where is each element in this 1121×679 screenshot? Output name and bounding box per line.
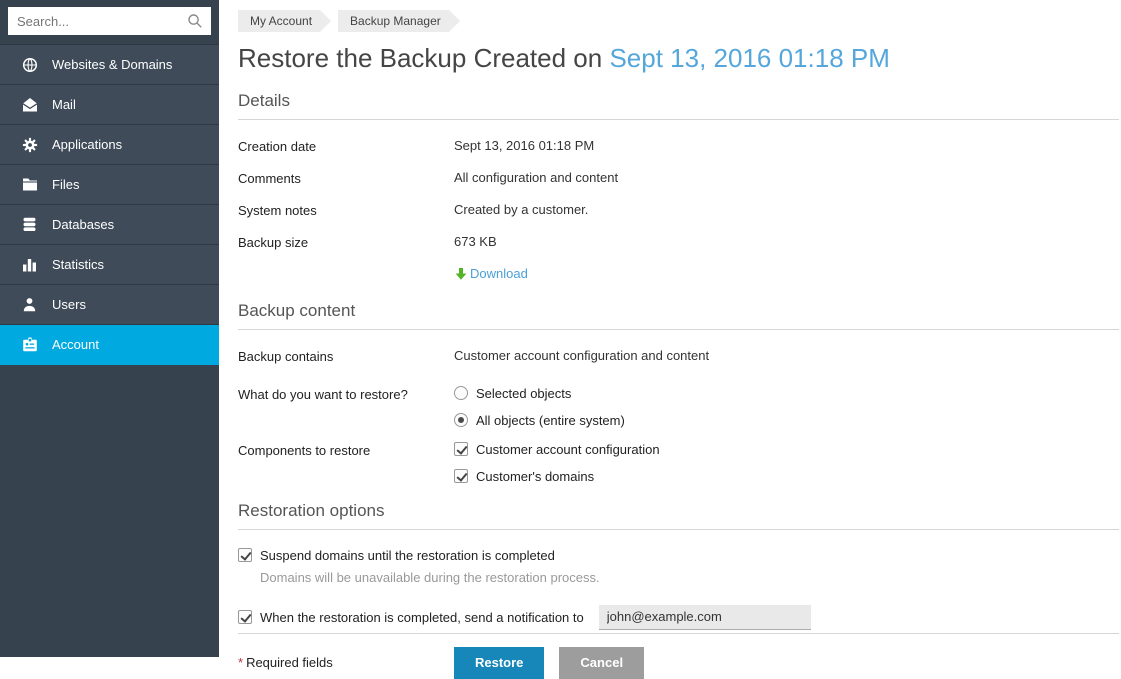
creation-date-value: Sept 13, 2016 01:18 PM bbox=[454, 138, 594, 154]
page-title-prefix: Restore the Backup Created on bbox=[238, 43, 609, 73]
sidebar-item-statistics[interactable]: Statistics bbox=[0, 245, 219, 285]
sidebar-item-label: Mail bbox=[52, 97, 76, 112]
suspend-domains-block: Suspend domains until the restoration is… bbox=[238, 548, 1119, 585]
main-content: My Account Backup Manager Restore the Ba… bbox=[219, 0, 1121, 657]
breadcrumb-my-account[interactable]: My Account bbox=[238, 10, 320, 32]
sidebar-item-label: Files bbox=[52, 177, 79, 192]
form-footer: *Required fields Restore Cancel bbox=[238, 633, 1119, 679]
user-icon bbox=[21, 297, 38, 313]
customers-domains-checkbox[interactable] bbox=[454, 469, 468, 483]
sidebar-item-account[interactable]: Account bbox=[0, 325, 219, 365]
sidebar-item-label: Databases bbox=[52, 217, 114, 232]
components-label: Components to restore bbox=[238, 442, 454, 484]
bar-chart-icon bbox=[21, 257, 38, 273]
all-objects-radio[interactable] bbox=[454, 413, 468, 427]
restoration-options-section: Restoration options Suspend domains unti… bbox=[238, 501, 1119, 630]
breadcrumb: My Account Backup Manager bbox=[238, 10, 1119, 32]
restore-scope-row: What do you want to restore? Selected ob… bbox=[238, 386, 1119, 428]
sidebar-item-files[interactable]: Files bbox=[0, 165, 219, 205]
folder-icon bbox=[21, 177, 38, 193]
page-title: Restore the Backup Created on Sept 13, 2… bbox=[238, 42, 1119, 74]
mail-envelope-icon bbox=[21, 97, 38, 113]
search-icon[interactable] bbox=[187, 13, 203, 29]
sidebar-item-websites-domains[interactable]: Websites & Domains bbox=[0, 45, 219, 85]
comments-value: All configuration and content bbox=[454, 170, 618, 186]
all-objects-label[interactable]: All objects (entire system) bbox=[476, 413, 625, 428]
breadcrumb-backup-manager[interactable]: Backup Manager bbox=[338, 10, 449, 32]
globe-icon bbox=[21, 57, 38, 73]
backup-content-section: Backup content Backup contains Customer … bbox=[238, 301, 1119, 484]
selected-objects-label[interactable]: Selected objects bbox=[476, 386, 571, 401]
notification-option: When the restoration is completed, send … bbox=[238, 605, 1119, 630]
database-icon bbox=[21, 217, 38, 233]
customer-account-configuration-checkbox[interactable] bbox=[454, 442, 468, 456]
search-input[interactable] bbox=[8, 7, 211, 35]
sidebar-menu: Websites & Domains Mail bbox=[0, 44, 219, 365]
download-arrow-icon bbox=[454, 267, 468, 281]
checkbox-option-customers-domains: Customer's domains bbox=[454, 469, 660, 484]
comments-row: Comments All configuration and content bbox=[238, 170, 1119, 186]
download-link[interactable]: Download bbox=[454, 266, 528, 281]
backup-content-heading: Backup content bbox=[238, 301, 1119, 330]
backup-contains-row: Backup contains Customer account configu… bbox=[238, 348, 1119, 364]
download-row: Download bbox=[238, 266, 1119, 284]
sidebar-search bbox=[0, 0, 219, 44]
backup-size-label: Backup size bbox=[238, 234, 454, 250]
customer-account-configuration-label[interactable]: Customer account configuration bbox=[476, 442, 660, 457]
restore-scope-label: What do you want to restore? bbox=[238, 386, 454, 428]
details-heading: Details bbox=[238, 91, 1119, 120]
details-section: Details Creation date Sept 13, 2016 01:1… bbox=[238, 91, 1119, 284]
suspend-domains-hint: Domains will be unavailable during the r… bbox=[260, 570, 1119, 585]
notification-email-input[interactable] bbox=[599, 605, 811, 630]
notification-label[interactable]: When the restoration is completed, send … bbox=[260, 610, 584, 625]
system-notes-label: System notes bbox=[238, 202, 454, 218]
sidebar-item-applications[interactable]: Applications bbox=[0, 125, 219, 165]
sidebar-item-label: Users bbox=[52, 297, 86, 312]
required-fields-note: *Required fields bbox=[238, 647, 454, 670]
sidebar-item-label: Statistics bbox=[52, 257, 104, 272]
id-badge-icon bbox=[21, 337, 38, 353]
radio-option-selected-objects: Selected objects bbox=[454, 386, 625, 401]
sidebar-item-label: Account bbox=[52, 337, 99, 352]
comments-label: Comments bbox=[238, 170, 454, 186]
checkbox-option-account-configuration: Customer account configuration bbox=[454, 442, 660, 457]
creation-date-row: Creation date Sept 13, 2016 01:18 PM bbox=[238, 138, 1119, 154]
restoration-options-heading: Restoration options bbox=[238, 501, 1119, 530]
sidebar-item-label: Websites & Domains bbox=[52, 57, 172, 72]
cancel-button[interactable]: Cancel bbox=[559, 647, 644, 679]
backup-size-row: Backup size 673 KB bbox=[238, 234, 1119, 250]
restore-button[interactable]: Restore bbox=[454, 647, 544, 679]
page-title-date: Sept 13, 2016 01:18 PM bbox=[609, 43, 889, 73]
sidebar: Websites & Domains Mail bbox=[0, 0, 219, 657]
notification-checkbox[interactable] bbox=[238, 610, 252, 624]
download-link-label: Download bbox=[470, 266, 528, 281]
radio-option-all-objects: All objects (entire system) bbox=[454, 413, 625, 428]
suspend-domains-label[interactable]: Suspend domains until the restoration is… bbox=[260, 548, 555, 563]
notification-block: When the restoration is completed, send … bbox=[238, 605, 1119, 630]
creation-date-label: Creation date bbox=[238, 138, 454, 154]
customers-domains-label[interactable]: Customer's domains bbox=[476, 469, 594, 484]
backup-contains-value: Customer account configuration and conte… bbox=[454, 348, 709, 364]
components-row: Components to restore Customer account c… bbox=[238, 442, 1119, 484]
backup-contains-label: Backup contains bbox=[238, 348, 454, 364]
sidebar-item-label: Applications bbox=[52, 137, 122, 152]
system-notes-row: System notes Created by a customer. bbox=[238, 202, 1119, 218]
suspend-domains-option: Suspend domains until the restoration is… bbox=[238, 548, 1119, 563]
gear-icon bbox=[21, 137, 38, 153]
sidebar-item-mail[interactable]: Mail bbox=[0, 85, 219, 125]
sidebar-item-databases[interactable]: Databases bbox=[0, 205, 219, 245]
suspend-domains-checkbox[interactable] bbox=[238, 548, 252, 562]
selected-objects-radio[interactable] bbox=[454, 386, 468, 400]
backup-size-value: 673 KB bbox=[454, 234, 497, 250]
system-notes-value: Created by a customer. bbox=[454, 202, 588, 218]
sidebar-item-users[interactable]: Users bbox=[0, 285, 219, 325]
